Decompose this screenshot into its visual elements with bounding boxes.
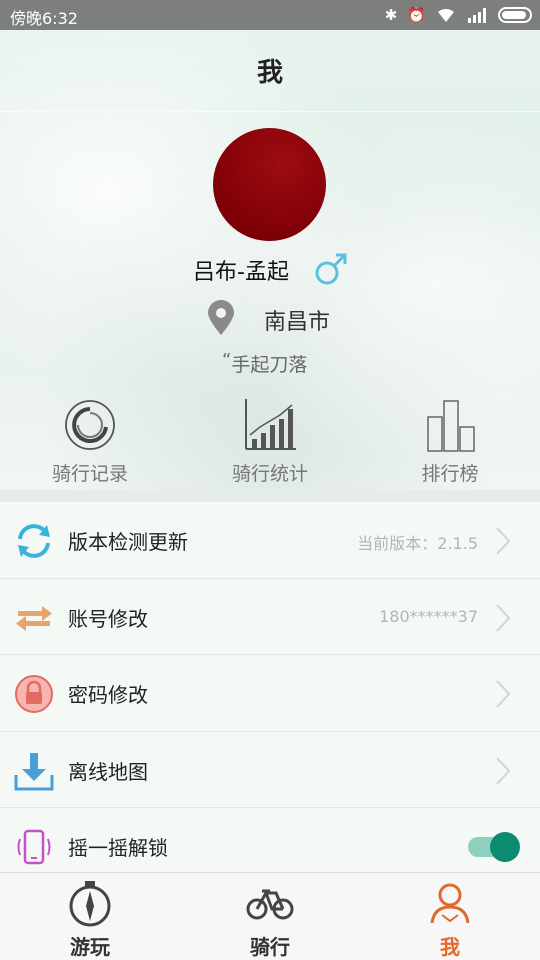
- tab-ride[interactable]: 骑行: [180, 873, 360, 960]
- menu-item-account-edit[interactable]: 账号修改 180******37: [0, 578, 540, 655]
- menu-label: 密码修改: [68, 683, 148, 707]
- bicycle-icon: [246, 889, 294, 920]
- title-bar: 我: [0, 30, 540, 112]
- ride-record-icon: [65, 400, 115, 450]
- menu-label: 账号修改: [68, 606, 148, 631]
- tab-label: 游玩: [70, 935, 110, 959]
- swap-icon: [16, 605, 52, 631]
- page-title: 我: [256, 58, 283, 88]
- settings-menu: 版本检测更新 当前版本：2.1.5 账号修改 180******37 密码修改: [0, 502, 540, 885]
- profile-header: 我 吕布-孟起 南昌市 “手起刀落 骑行记录 骑行统计 排行榜: [0, 30, 540, 490]
- status-icons: ✱ ⏰: [385, 5, 532, 25]
- shake-unlock-toggle[interactable]: [468, 832, 520, 862]
- status-bar: 傍晚6:32 ✱ ⏰: [0, 0, 540, 30]
- signature-text: 手起刀落: [231, 354, 308, 376]
- signature: “手起刀落: [222, 350, 307, 377]
- signal-icon: [468, 8, 486, 23]
- menu-value: 180******37: [379, 606, 478, 626]
- menu-label: 摇一摇解锁: [68, 836, 168, 860]
- lock-icon: [15, 675, 53, 713]
- location-pin-icon: [208, 300, 234, 335]
- menu-item-version-check[interactable]: 版本检测更新 当前版本：2.1.5: [0, 502, 540, 579]
- stat-label: 排行榜: [421, 463, 479, 485]
- battery-icon: [498, 7, 532, 23]
- tab-play[interactable]: 游玩: [0, 873, 180, 960]
- menu-label: 离线地图: [68, 759, 148, 784]
- menu-item-password-edit[interactable]: 密码修改: [0, 655, 540, 732]
- chevron-right-icon: [496, 603, 511, 632]
- chevron-right-icon: [496, 527, 511, 555]
- city-label: 南昌市: [264, 310, 331, 335]
- download-icon: [14, 752, 54, 790]
- ride-stats-icon: [245, 399, 296, 450]
- city-row: 南昌市: [0, 298, 540, 338]
- stat-label: 骑行记录: [51, 463, 128, 485]
- leaderboard-icon: [427, 400, 475, 452]
- person-icon: [430, 883, 470, 924]
- compass-icon: [69, 881, 111, 927]
- wifi-icon: [438, 8, 454, 22]
- username: 吕布-孟起: [193, 260, 289, 285]
- phone-shake-icon: [17, 829, 51, 865]
- menu-item-offline-map[interactable]: 离线地图: [0, 731, 540, 808]
- bluetooth-icon: ✱: [384, 6, 398, 24]
- stat-label: 骑行统计: [231, 463, 308, 485]
- chevron-right-icon: [496, 680, 511, 708]
- username-row: 吕布-孟起: [0, 252, 540, 288]
- tab-label: 骑行: [250, 935, 290, 959]
- avatar[interactable]: [213, 128, 326, 241]
- alarm-icon: ⏰: [407, 6, 426, 24]
- refresh-icon: [18, 524, 50, 558]
- quote-mark-icon: “: [222, 350, 232, 371]
- male-gender-icon: [315, 253, 347, 285]
- menu-label: 版本检测更新: [68, 530, 188, 554]
- tab-label: 我: [440, 935, 460, 959]
- status-time: 傍晚6:32: [10, 9, 78, 28]
- section-divider: [0, 490, 540, 502]
- bottom-tab-bar: 游玩 骑行 我: [0, 872, 540, 960]
- stats-row: 骑行记录 骑行统计 排行榜: [0, 395, 540, 490]
- tab-me[interactable]: 我: [360, 873, 540, 960]
- menu-value: 当前版本：2.1.5: [357, 534, 478, 553]
- chevron-right-icon: [496, 756, 511, 785]
- stat-leaderboard[interactable]: 排行榜: [360, 395, 540, 490]
- toggle-knob: [490, 832, 520, 862]
- stat-ride-record[interactable]: 骑行记录: [0, 395, 180, 490]
- stat-ride-stats[interactable]: 骑行统计: [180, 395, 360, 490]
